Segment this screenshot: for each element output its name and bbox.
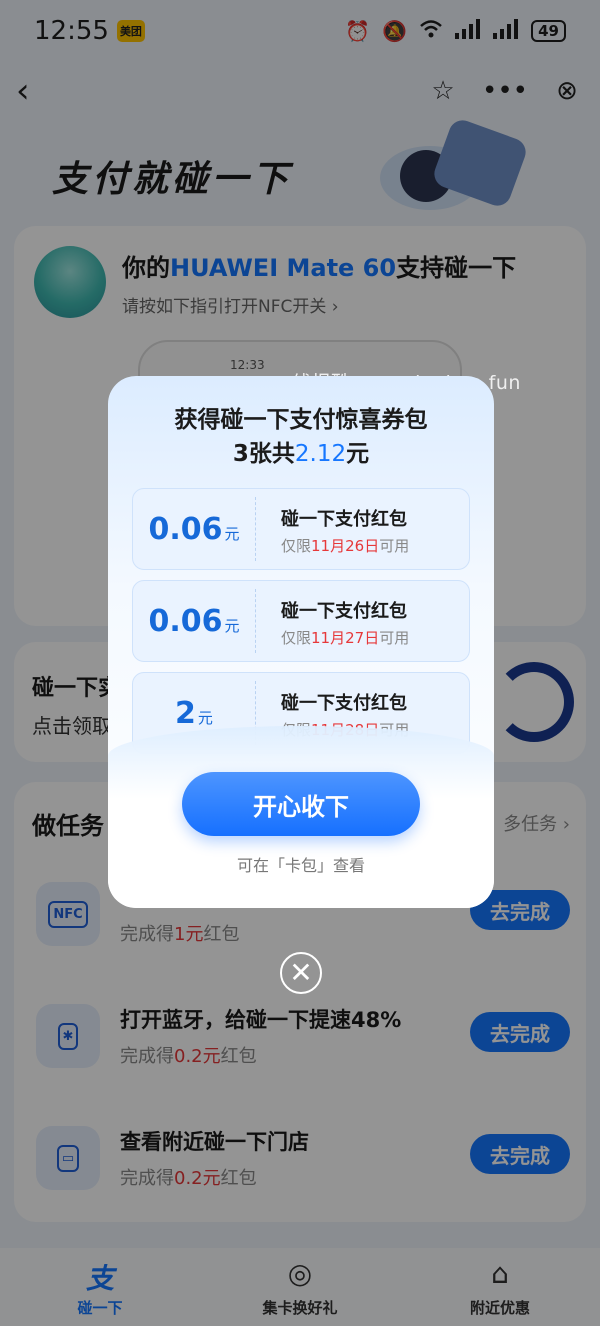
coupon-divider <box>255 589 256 653</box>
accept-coupons-button[interactable]: 开心收下 <box>182 772 420 836</box>
coupon-name: 碰一下支付红包 <box>281 601 407 622</box>
validity-prefix: 仅限 <box>281 629 312 647</box>
validity-prefix: 仅限 <box>281 537 312 555</box>
validity-date: 11月27日 <box>311 629 380 647</box>
coupon-amount: 0.06 元 <box>133 489 255 569</box>
subtitle-prefix: 3张共 <box>232 441 295 467</box>
subtitle-total: 2.12 <box>294 441 347 467</box>
coupon-amount-value: 0.06 <box>148 603 223 639</box>
validity-suffix: 可用 <box>379 629 410 647</box>
modal-title: 获得碰一下支付惊喜券包 <box>174 407 428 433</box>
coupon-name: 碰一下支付红包 <box>281 509 407 530</box>
coupon-amount-unit: 元 <box>197 708 213 727</box>
coupon-card: 0.06 元 碰一下支付红包 仅限11月27日可用 <box>132 580 470 662</box>
subtitle-suffix: 元 <box>346 441 370 467</box>
coupon-divider <box>255 497 256 561</box>
coupon-amount: 0.06 元 <box>133 581 255 661</box>
coupon-validity: 仅限11月26日可用 <box>281 535 409 556</box>
coupon-amount-unit: 元 <box>224 616 240 635</box>
modal-subtitle: 3张共2.12元 <box>108 434 494 468</box>
coupon-card: 0.06 元 碰一下支付红包 仅限11月26日可用 <box>132 488 470 570</box>
validity-suffix: 可用 <box>379 537 410 555</box>
validity-date: 11月26日 <box>311 537 380 555</box>
coupon-amount-value: 2 <box>175 695 196 731</box>
close-icon[interactable]: ✕ <box>280 952 322 994</box>
coupon-amount-value: 0.06 <box>148 511 223 547</box>
coupon-name: 碰一下支付红包 <box>281 693 407 714</box>
card-wallet-hint: 可在「卡包」查看 <box>236 856 365 875</box>
coupon-validity: 仅限11月27日可用 <box>281 627 409 648</box>
coupon-amount-unit: 元 <box>224 524 240 543</box>
coupon-modal: 获得碰一下支付惊喜券包 3张共2.12元 0.06 元 碰一下支付红包 仅限11月… <box>108 376 494 908</box>
